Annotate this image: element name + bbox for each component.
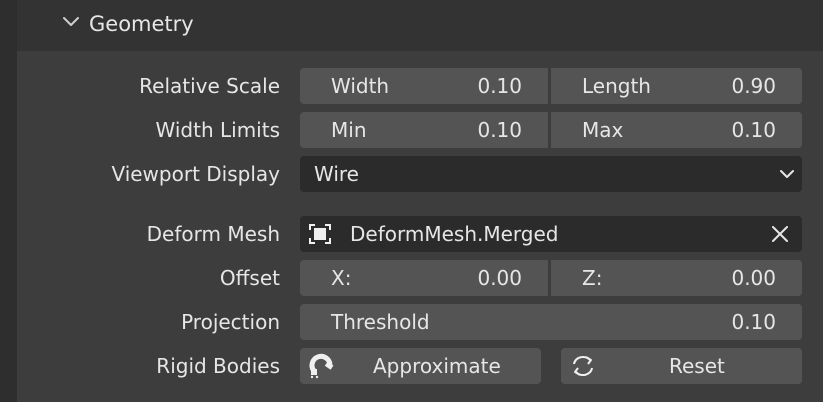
deform-mesh-selector[interactable]: DeformMesh.Merged (300, 216, 802, 252)
threshold-value: 0.10 (731, 310, 776, 334)
chevron-down-icon (780, 169, 794, 179)
offset-label: Offset (219, 266, 280, 290)
offset-x-value: 0.00 (477, 266, 522, 290)
min-field[interactable]: Min 0.10 (300, 112, 548, 148)
projection-label: Projection (181, 310, 280, 334)
length-field[interactable]: Length 0.90 (551, 68, 802, 104)
width-label: Width (331, 74, 390, 98)
threshold-field[interactable]: Threshold 0.10 (300, 304, 802, 340)
deform-mesh-value: DeformMesh.Merged (350, 222, 559, 246)
length-value: 0.90 (731, 74, 776, 98)
offset-x-field[interactable]: X: 0.00 (300, 260, 548, 296)
max-value: 0.10 (731, 118, 776, 142)
offset-x-label: X: (331, 266, 352, 290)
width-limits-label: Width Limits (155, 118, 280, 142)
min-value: 0.10 (477, 118, 522, 142)
object-icon (308, 223, 332, 245)
offset-z-value: 0.00 (731, 266, 776, 290)
offset-z-field[interactable]: Z: 0.00 (551, 260, 802, 296)
reset-button[interactable]: Reset (561, 348, 802, 384)
rigid-bodies-label: Rigid Bodies (156, 354, 280, 378)
width-field[interactable]: Width 0.10 (300, 68, 548, 104)
panel-title: Geometry (89, 12, 194, 36)
length-label: Length (582, 74, 651, 98)
magnet-icon (308, 353, 336, 379)
relative-scale-label: Relative Scale (139, 74, 280, 98)
offset-z-label: Z: (582, 266, 603, 290)
approximate-label: Approximate (373, 354, 501, 378)
geometry-panel (17, 0, 823, 402)
viewport-display-dropdown[interactable]: Wire (300, 156, 802, 192)
close-icon[interactable] (772, 226, 788, 242)
max-field[interactable]: Max 0.10 (551, 112, 802, 148)
left-gutter (0, 0, 17, 402)
viewport-display-label: Viewport Display (111, 162, 280, 186)
viewport-display-value: Wire (314, 162, 359, 186)
min-label: Min (331, 118, 367, 142)
reset-label: Reset (669, 354, 725, 378)
refresh-icon (569, 353, 597, 379)
max-label: Max (582, 118, 624, 142)
approximate-button[interactable]: Approximate (300, 348, 541, 384)
chevron-down-icon[interactable] (63, 16, 79, 30)
width-value: 0.10 (477, 74, 522, 98)
deform-mesh-label: Deform Mesh (146, 222, 280, 246)
threshold-label: Threshold (331, 310, 430, 334)
